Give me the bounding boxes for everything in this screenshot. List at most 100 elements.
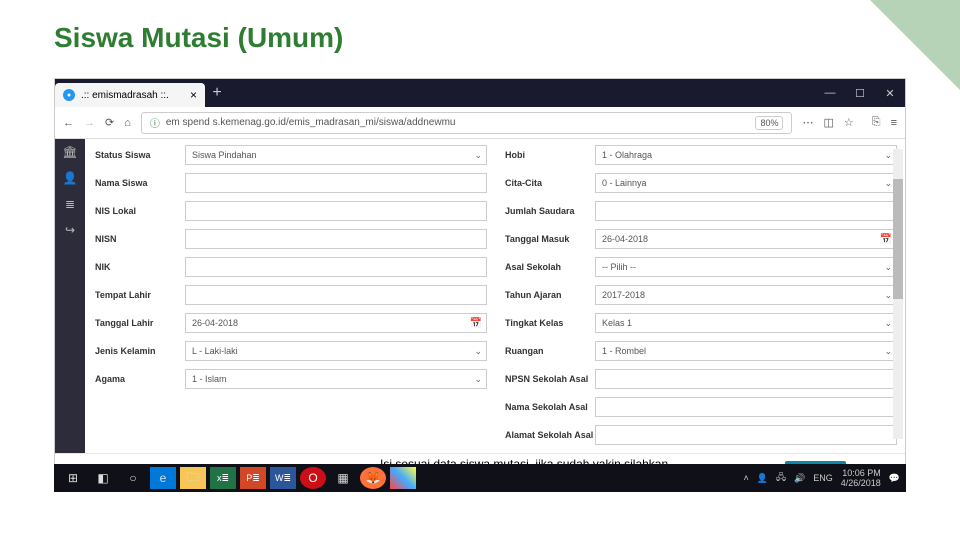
field-input[interactable] <box>185 201 487 221</box>
field-input[interactable] <box>185 229 487 249</box>
app-sidebar: 🏛 👤 ≣ ↪ <box>55 139 85 453</box>
chevron-down-icon: ⌄ <box>884 262 892 273</box>
form-row: Tahun Ajaran2017-2018⌄ <box>499 283 897 307</box>
nav-home-icon[interactable]: ⌂ <box>124 117 131 129</box>
form-row: Tanggal Lahir26-04-2018📅 <box>89 311 487 335</box>
field-label: Nama Sekolah Asal <box>499 402 595 412</box>
browser-urlbar: ← → ⟳ ⌂ ⓘ em spend s.kemenag.go.id/emis_… <box>55 107 905 139</box>
tab-close-icon[interactable]: × <box>190 88 197 102</box>
form-area: Status SiswaSiswa Pindahan⌄Nama SiswaNIS… <box>85 139 905 453</box>
taskview-icon[interactable]: ◧ <box>90 467 116 489</box>
sidebar-home-icon[interactable]: 🏛 <box>62 145 77 159</box>
slide-title: Siswa Mutasi (Umum) <box>0 0 960 60</box>
form-row: NISN <box>89 227 487 251</box>
scroll-thumb[interactable] <box>893 179 903 299</box>
windows-taskbar: ⊞ ◧ ○ e 🗀 x≣ P≣ W≣ O ▦ 🦊 ˄ 👤 🖧 🔊 ENG 10:… <box>54 464 906 492</box>
field-input[interactable] <box>595 201 897 221</box>
window-close-icon[interactable]: ✕ <box>875 79 905 107</box>
field-label: Cita-Cita <box>499 178 595 188</box>
form-row: Jenis KelaminL - Laki-laki⌄ <box>89 339 487 363</box>
page-content: 🏛 👤 ≣ ↪ Status SiswaSiswa Pindahan⌄Nama … <box>55 139 905 453</box>
form-row: Tanggal Masuk26-04-2018📅 <box>499 227 897 251</box>
field-label: NIS Lokal <box>89 206 185 216</box>
tab-title: .:: emismadrasah ::. <box>81 90 169 101</box>
reader-icon[interactable]: ◫ <box>823 116 833 129</box>
explorer-icon[interactable]: 🗀 <box>180 467 206 489</box>
tray-up-icon[interactable]: ˄ <box>743 473 748 483</box>
form-row: Nama Sekolah Asal <box>499 395 897 419</box>
nav-back-icon[interactable]: ← <box>63 117 74 129</box>
field-input[interactable]: Kelas 1⌄ <box>595 313 897 333</box>
field-input[interactable] <box>595 397 897 417</box>
tray-clock[interactable]: 10:06 PM 4/26/2018 <box>841 468 881 488</box>
form-row: Asal Sekolah-- Pilih --⌄ <box>499 255 897 279</box>
slide-accent <box>870 0 960 90</box>
field-label: Asal Sekolah <box>499 262 595 272</box>
form-row: NIK <box>89 255 487 279</box>
field-label: Tempat Lahir <box>89 290 185 300</box>
zoom-badge[interactable]: 80% <box>755 116 783 130</box>
tray-volume-icon[interactable]: 🔊 <box>794 473 805 484</box>
field-input[interactable]: 1 - Rombel⌄ <box>595 341 897 361</box>
excel-icon[interactable]: x≣ <box>210 467 236 489</box>
field-input[interactable]: Siswa Pindahan⌄ <box>185 145 487 165</box>
field-label: Tahun Ajaran <box>499 290 595 300</box>
app-icon[interactable]: ▦ <box>330 467 356 489</box>
field-label: NIK <box>89 262 185 272</box>
tray-people-icon[interactable]: 👤 <box>757 473 768 484</box>
field-input[interactable]: 2017-2018⌄ <box>595 285 897 305</box>
form-row: Ruangan1 - Rombel⌄ <box>499 339 897 363</box>
info-icon: ⓘ <box>150 115 160 130</box>
field-input[interactable]: 26-04-2018📅 <box>595 229 897 249</box>
field-label: Hobi <box>499 150 595 160</box>
library-icon[interactable]: ⎘ <box>872 116 881 129</box>
field-input[interactable] <box>185 257 487 277</box>
firefox-icon[interactable]: 🦊 <box>360 467 386 489</box>
word-icon[interactable]: W≣ <box>270 467 296 489</box>
field-input[interactable]: -- Pilih --⌄ <box>595 257 897 277</box>
field-label: Tanggal Masuk <box>499 234 595 244</box>
field-input[interactable]: 26-04-2018📅 <box>185 313 487 333</box>
browser-tabbar: ● .:: emismadrasah ::. × + — ☐ ✕ <box>55 79 905 107</box>
browser-tab[interactable]: ● .:: emismadrasah ::. × <box>55 83 205 107</box>
tray-network-icon[interactable]: 🖧 <box>776 470 786 486</box>
form-row: Cita-Cita0 - Lainnya⌄ <box>499 171 897 195</box>
menu-icon[interactable]: ≡ <box>891 117 897 129</box>
sidebar-logout-icon[interactable]: ↪ <box>65 223 75 237</box>
nav-forward-icon: → <box>84 117 95 129</box>
sidebar-list-icon[interactable]: ≣ <box>65 197 75 211</box>
sidebar-user-icon[interactable]: 👤 <box>63 171 78 185</box>
field-input[interactable]: 1 - Islam⌄ <box>185 369 487 389</box>
chevron-down-icon: ⌄ <box>474 150 482 161</box>
tab-favicon-icon: ● <box>63 89 75 101</box>
form-column-left: Status SiswaSiswa Pindahan⌄Nama SiswaNIS… <box>89 143 487 447</box>
more-icon[interactable]: ⋯ <box>802 116 813 129</box>
field-input[interactable] <box>595 425 897 445</box>
address-bar[interactable]: ⓘ em spend s.kemenag.go.id/emis_madrasan… <box>141 112 793 134</box>
nav-reload-icon[interactable]: ⟳ <box>105 116 114 129</box>
field-label: Tingkat Kelas <box>499 318 595 328</box>
field-input[interactable] <box>185 285 487 305</box>
chevron-down-icon: ⌄ <box>884 290 892 301</box>
calendar-icon: 📅 <box>470 318 482 329</box>
field-input[interactable]: 1 - Olahraga⌄ <box>595 145 897 165</box>
powerpoint-icon[interactable]: P≣ <box>240 467 266 489</box>
opera-icon[interactable]: O <box>300 467 326 489</box>
tray-lang[interactable]: ENG <box>813 473 833 483</box>
window-minimize-icon[interactable]: — <box>815 79 845 107</box>
cortana-icon[interactable]: ○ <box>120 467 146 489</box>
tray-notifications-icon[interactable]: 💬 <box>889 473 900 484</box>
start-icon[interactable]: ⊞ <box>60 467 86 489</box>
field-input[interactable]: L - Laki-laki⌄ <box>185 341 487 361</box>
scrollbar[interactable] <box>893 149 903 439</box>
chevron-down-icon: ⌄ <box>884 150 892 161</box>
paint-icon[interactable] <box>390 467 416 489</box>
field-input[interactable] <box>595 369 897 389</box>
edge-icon[interactable]: e <box>150 467 176 489</box>
bookmark-icon[interactable]: ☆ <box>844 116 854 129</box>
new-tab-button[interactable]: + <box>205 84 229 102</box>
url-text: em spend s.kemenag.go.id/emis_madrasan_m… <box>166 117 456 128</box>
window-maximize-icon[interactable]: ☐ <box>845 79 875 107</box>
field-input[interactable]: 0 - Lainnya⌄ <box>595 173 897 193</box>
field-input[interactable] <box>185 173 487 193</box>
